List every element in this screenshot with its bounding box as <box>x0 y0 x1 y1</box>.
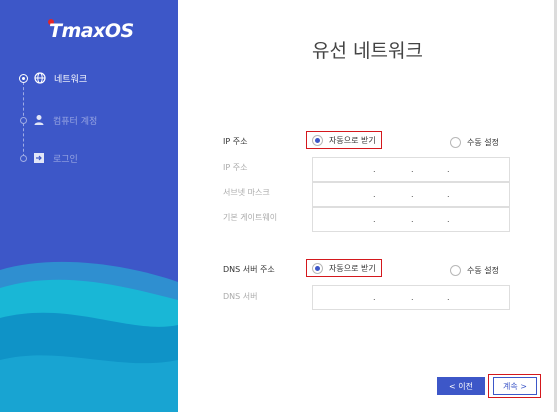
ip-address-input[interactable]: . . . <box>312 157 510 182</box>
globe-icon <box>33 71 47 85</box>
step-login: 로그인 <box>19 151 78 165</box>
dns-manual-radio[interactable]: 수동 설정 <box>450 261 499 279</box>
ip-separator: . <box>447 165 450 174</box>
ip-address-label: IP 주소 <box>223 163 248 172</box>
radio-unchecked-icon[interactable] <box>450 264 461 276</box>
ip-separator: . <box>447 215 450 224</box>
gateway-input[interactable]: . . . <box>312 207 510 232</box>
ip-separator: . <box>373 215 376 224</box>
ip-auto-radio[interactable]: 자동으로 받기 <box>306 131 382 149</box>
ip-separator: . <box>447 190 450 199</box>
ip-separator: . <box>373 165 376 174</box>
ip-section-label: IP 주소 <box>223 137 248 146</box>
dns-server-input[interactable]: . . . <box>312 285 510 310</box>
prev-button[interactable]: < 이전 <box>437 377 485 395</box>
ip-separator: . <box>411 293 414 302</box>
dns-auto-radio[interactable]: 자동으로 받기 <box>306 259 382 277</box>
radio-checked-icon[interactable] <box>312 262 323 274</box>
user-icon <box>32 113 46 127</box>
subnet-mask-input[interactable]: . . . <box>312 182 510 207</box>
login-icon <box>32 151 46 165</box>
dns-manual-label: 수동 설정 <box>467 265 499 275</box>
page-title: 유선 네트워크 <box>312 40 423 62</box>
ip-separator: . <box>411 215 414 224</box>
ip-separator: . <box>373 190 376 199</box>
dns-auto-label: 자동으로 받기 <box>329 263 376 273</box>
next-button[interactable]: 계속 > <box>493 377 537 395</box>
ip-manual-radio[interactable]: 수동 설정 <box>450 133 499 151</box>
radio-unchecked-icon[interactable] <box>450 136 461 148</box>
dns-server-label: DNS 서버 <box>223 292 258 301</box>
step-account: 컴퓨터 계정 <box>19 113 97 127</box>
step-login-label: 로그인 <box>53 154 78 165</box>
ip-separator: . <box>411 190 414 199</box>
step-network-label: 네트워크 <box>54 74 88 85</box>
wave-decoration <box>0 261 178 412</box>
step-network: 네트워크 <box>19 71 87 85</box>
step-account-label: 컴퓨터 계정 <box>53 116 98 127</box>
radio-checked-icon[interactable] <box>312 134 323 146</box>
ip-auto-label: 자동으로 받기 <box>329 135 376 145</box>
step-indicator-active <box>19 73 28 83</box>
step-indicator <box>20 116 27 124</box>
ip-manual-label: 수동 설정 <box>467 137 499 147</box>
ip-separator: . <box>373 293 376 302</box>
ip-separator: . <box>447 293 450 302</box>
dns-section-label: DNS 서버 주소 <box>223 265 275 274</box>
step-indicator <box>20 154 27 162</box>
subnet-mask-label: 서브넷 마스크 <box>223 188 270 197</box>
gateway-label: 기본 게이트웨이 <box>223 213 278 222</box>
tmaxos-logo: TmaxOS <box>49 20 134 42</box>
ip-separator: . <box>411 165 414 174</box>
sidebar: TmaxOS 네트워크 컴퓨터 계정 로그인 <box>0 0 178 412</box>
